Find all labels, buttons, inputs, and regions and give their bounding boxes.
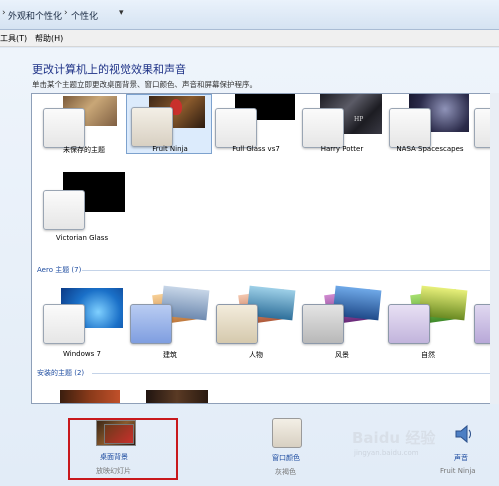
glass-pane-icon — [302, 108, 344, 148]
glass-pane-icon — [302, 304, 344, 344]
window-color-label[interactable]: 窗口颜色 — [272, 453, 300, 463]
sounds-label[interactable]: 声音 — [454, 453, 468, 463]
menu-tools[interactable]: 工具(T) — [0, 33, 27, 44]
theme-label: 未保存的主题 — [63, 146, 105, 154]
theme-label: Windows 7 — [63, 350, 101, 358]
glass-pane-icon — [216, 304, 258, 344]
address-bar: › 外观和个性化 › 个性化 ▾ — [0, 0, 499, 30]
theme-item[interactable] — [128, 285, 214, 346]
theme-label: 建筑 — [163, 351, 177, 359]
hp-logo-icon: HP — [354, 116, 364, 123]
theme-gallery[interactable]: 未保存的主题 Fruit Ninja Full Glass vs7 HP Har… — [31, 93, 499, 404]
glass-pane-icon — [130, 304, 172, 344]
theme-item[interactable] — [214, 285, 300, 346]
page-subtitle: 单击某个主题立即更改桌面背景、窗口颜色、声音和屏幕保护程序。 — [32, 80, 257, 89]
watermark-logo: Baidu 经验 — [352, 429, 436, 447]
watermark-url: jingyan.baidu.com — [354, 449, 419, 457]
theme-label: 人物 — [249, 351, 263, 359]
breadcrumb-parent[interactable]: 外观和个性化 — [8, 9, 62, 22]
window-color-sublabel: 灰褐色 — [275, 468, 296, 476]
glass-pane-icon — [43, 304, 85, 344]
theme-item[interactable] — [41, 170, 127, 230]
theme-item[interactable] — [300, 285, 386, 346]
highlight-annotation — [68, 418, 178, 480]
theme-label: Fruit Ninja — [152, 145, 188, 153]
breadcrumb-current[interactable]: 个性化 — [71, 9, 98, 22]
glass-pane-icon — [43, 108, 85, 148]
theme-label: 风景 — [335, 351, 349, 359]
glass-pane-icon — [389, 108, 431, 148]
page-title: 更改计算机上的视觉效果和声音 — [32, 63, 186, 76]
glass-pane-icon — [43, 190, 85, 230]
section-divider — [92, 373, 499, 374]
sounds-sublabel: Fruit Ninja — [440, 467, 476, 475]
menu-bar: 工具(T) 帮助(H) — [0, 30, 499, 47]
breadcrumb-arrow-icon[interactable]: › — [2, 8, 6, 18]
gallery-scrollbar[interactable] — [490, 93, 499, 404]
theme-label: Harry Potter — [320, 145, 364, 153]
theme-label: Victorian Glass — [55, 234, 109, 242]
section-header-installed[interactable]: 安装的主题 (2) — [37, 368, 84, 378]
menu-help[interactable]: 帮助(H) — [35, 33, 63, 44]
glass-pane-icon — [215, 108, 257, 148]
theme-background-image — [60, 390, 120, 403]
section-header-aero[interactable]: Aero 主题 (7) — [37, 265, 81, 275]
chevron-down-icon[interactable]: ▾ — [119, 8, 124, 18]
theme-label: 自然 — [421, 351, 435, 359]
theme-label: NASA Spacescapes — [396, 145, 464, 153]
theme-item[interactable] — [41, 286, 127, 346]
glass-pane-icon — [388, 304, 430, 344]
breadcrumb-arrow-icon[interactable]: › — [64, 8, 68, 18]
theme-background-image — [146, 390, 208, 403]
section-divider — [82, 270, 499, 271]
glass-pane-icon — [131, 107, 173, 147]
window-color-icon[interactable] — [272, 418, 302, 448]
theme-label: Full Glass vs7 — [232, 145, 280, 153]
theme-item[interactable] — [386, 285, 472, 346]
